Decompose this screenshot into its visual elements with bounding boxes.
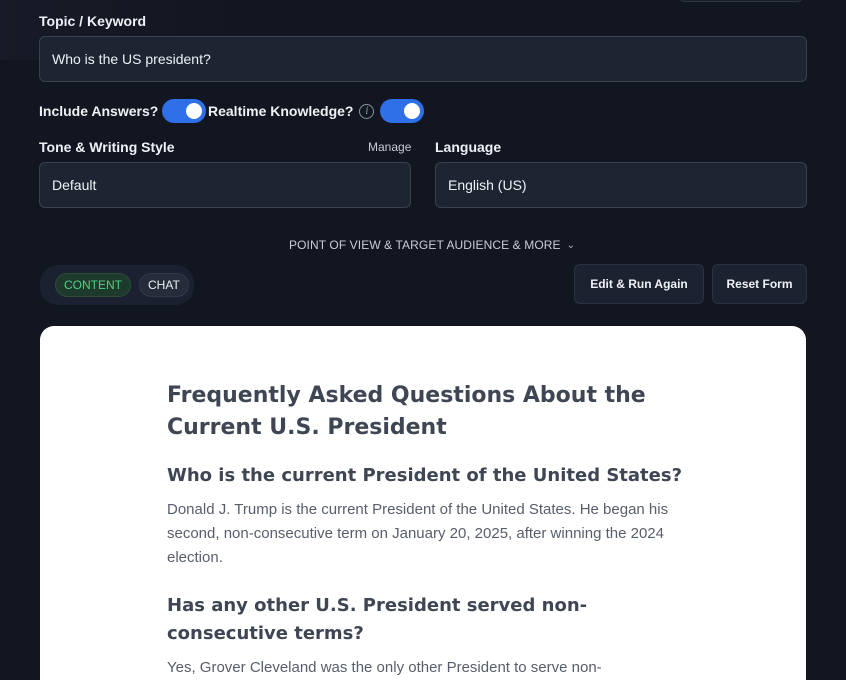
content-preview: Frequently Asked Questions About the Cur…: [40, 326, 806, 680]
more-options-label: POINT OF VIEW & TARGET AUDIENCE & MORE: [289, 238, 561, 252]
tab-chat[interactable]: CHAT: [139, 273, 189, 297]
include-answers-row: Include Answers?: [39, 99, 207, 123]
realtime-knowledge-toggle[interactable]: [380, 99, 425, 123]
language-select[interactable]: English (US): [435, 162, 807, 208]
toggle-knob: [186, 103, 203, 119]
realtime-knowledge-label: Realtime Knowledge?: [208, 103, 354, 119]
document-body: Frequently Asked Questions About the Cur…: [167, 380, 687, 680]
realtime-knowledge-row: Realtime Knowledge? i: [208, 99, 425, 123]
topic-label: Topic / Keyword: [39, 13, 147, 29]
more-options-toggle[interactable]: POINT OF VIEW & TARGET AUDIENCE & MORE ⌄: [289, 238, 575, 252]
document-title: Frequently Asked Questions About the Cur…: [167, 383, 646, 440]
chevron-down-icon: ⌄: [566, 239, 576, 251]
tone-select[interactable]: Default: [39, 162, 411, 208]
include-answers-toggle[interactable]: [162, 99, 207, 123]
view-tabs: CONTENT CHAT: [40, 265, 194, 305]
manage-link[interactable]: Manage: [368, 140, 411, 154]
tone-label: Tone & Writing Style: [39, 139, 175, 155]
info-icon[interactable]: i: [359, 103, 375, 119]
faq-answer: Yes, Grover Cleveland was the only other…: [167, 659, 602, 676]
toggle-knob: [404, 103, 421, 119]
tab-content[interactable]: CONTENT: [55, 273, 131, 297]
edit-run-again-button[interactable]: Edit & Run Again: [574, 264, 704, 304]
faq-question: Has any other U.S. President served non-…: [167, 595, 588, 644]
include-answers-label: Include Answers?: [39, 103, 159, 119]
faq-answer: Donald J. Trump is the current President…: [167, 501, 669, 566]
language-label: Language: [435, 139, 502, 155]
faq-question: Who is the current President of the Unit…: [167, 465, 683, 486]
clipped-top-button[interactable]: [678, 0, 804, 2]
reset-form-button[interactable]: Reset Form: [712, 264, 807, 304]
topic-input[interactable]: Who is the US president?: [39, 36, 807, 82]
